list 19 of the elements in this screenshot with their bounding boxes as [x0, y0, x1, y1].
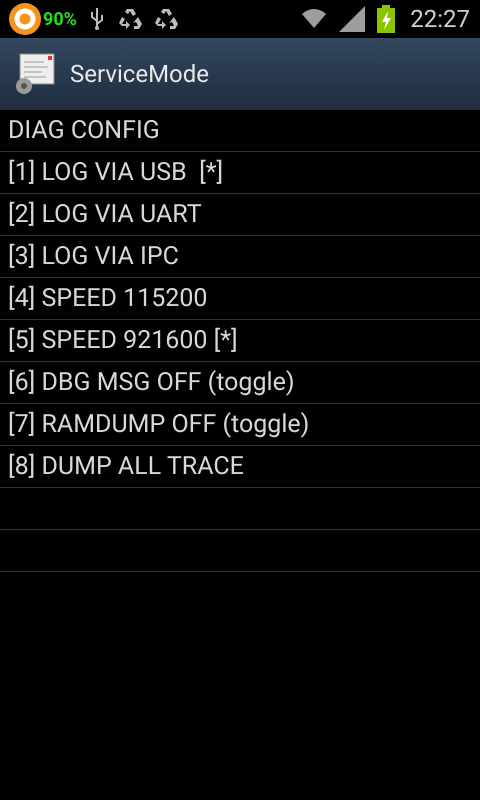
usb-icon [88, 7, 105, 31]
menu-line[interactable]: [8] DUMP ALL TRACE [8, 448, 244, 486]
signal-icon [338, 6, 366, 32]
clock: 22:27 [410, 4, 470, 35]
menu-line[interactable]: [1] LOG VIA USB [*] [8, 154, 224, 192]
menu-line[interactable]: [7] RAMDUMP OFF (toggle) [8, 406, 310, 444]
menu-line[interactable]: [3] LOG VIA IPC [8, 238, 179, 276]
battery-percent: 90% [43, 8, 77, 32]
menu-line[interactable]: [5] SPEED 921600 [*] [8, 322, 238, 360]
menu-line[interactable]: [6] DBG MSG OFF (toggle) [8, 364, 295, 402]
menu-line[interactable]: [2] LOG VIA UART [8, 196, 202, 234]
app-title: ServiceMode [70, 59, 209, 90]
recycle-icon [152, 7, 179, 31]
settings-window-icon [14, 52, 56, 96]
menu-line[interactable]: [4] SPEED 115200 [8, 280, 208, 318]
battery-charging-icon [376, 5, 396, 33]
recycle-icon [116, 7, 143, 31]
app-logo-icon [8, 2, 42, 36]
menu-line: DIAG CONFIG [8, 114, 160, 147]
